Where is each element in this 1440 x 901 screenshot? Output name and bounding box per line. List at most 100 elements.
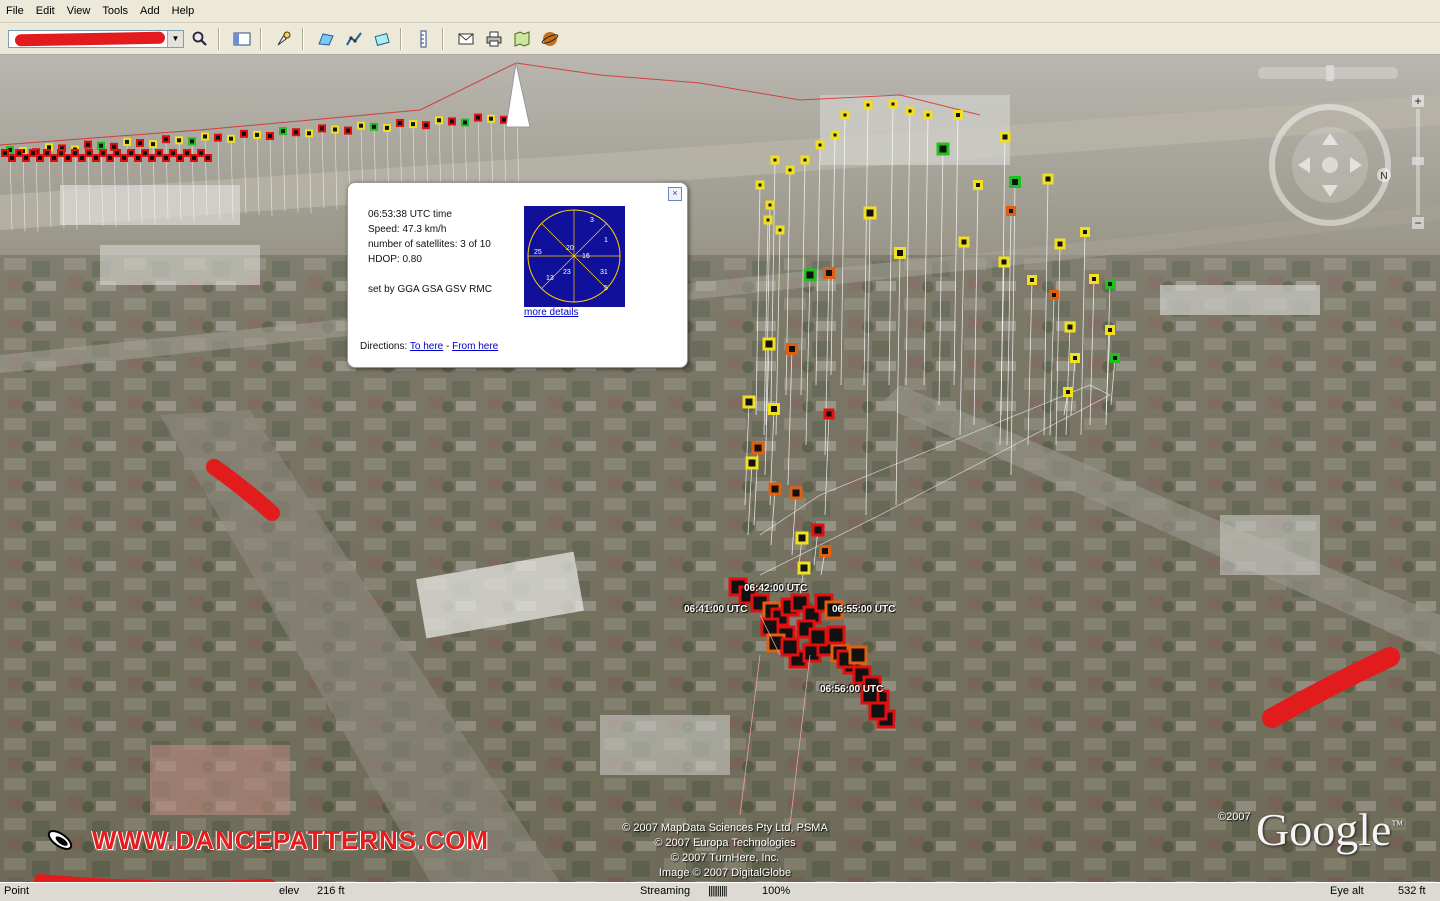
track-placemark[interactable] (1064, 321, 1076, 333)
track-placemark[interactable] (1080, 227, 1090, 237)
track-placemark[interactable] (823, 267, 835, 279)
track-placemark[interactable] (201, 132, 209, 141)
track-placemark[interactable] (305, 129, 313, 138)
track-placemark[interactable] (936, 142, 950, 156)
track-placemark[interactable] (57, 149, 65, 157)
track-placemark[interactable] (120, 154, 128, 162)
track-placemark[interactable] (183, 149, 191, 157)
track-placemark[interactable] (106, 154, 114, 162)
track-placemark[interactable] (795, 531, 809, 545)
search-button[interactable] (188, 27, 212, 51)
track-placemark[interactable] (253, 130, 261, 139)
track-placemark[interactable] (29, 149, 37, 157)
close-icon[interactable]: × (668, 187, 682, 201)
track-placemark[interactable] (775, 225, 785, 235)
track-placemark[interactable] (973, 180, 983, 190)
placemark-button[interactable] (272, 27, 296, 51)
track-placemark[interactable] (762, 337, 776, 351)
track-placemark[interactable] (1089, 274, 1099, 284)
track-placemark[interactable] (292, 128, 300, 137)
track-placemark[interactable] (318, 124, 326, 133)
sidebar-button[interactable] (230, 27, 254, 51)
track-placemark[interactable] (204, 154, 212, 162)
track-placemark[interactable] (1054, 238, 1066, 250)
track-placemark[interactable] (797, 561, 811, 575)
track-placemark[interactable] (789, 486, 803, 500)
chevron-down-icon[interactable]: ▼ (167, 30, 183, 47)
track-placemark[interactable] (71, 149, 79, 157)
track-placemark[interactable] (800, 155, 810, 165)
track-placemark[interactable] (815, 140, 825, 150)
track-placemark[interactable] (811, 523, 825, 537)
track-placemark[interactable] (227, 134, 235, 143)
track-placemark[interactable] (188, 137, 196, 146)
track-placemark[interactable] (840, 110, 850, 120)
track-placemark[interactable] (785, 165, 795, 175)
track-placemark[interactable] (768, 403, 780, 415)
track-placemark[interactable] (1006, 206, 1016, 216)
track-placemark[interactable] (266, 132, 274, 140)
track-placemark[interactable] (1105, 279, 1115, 289)
track-placemark[interactable] (331, 125, 339, 134)
track-placemark[interactable] (396, 119, 404, 127)
track-placemark[interactable] (97, 141, 105, 150)
track-placemark[interactable] (50, 154, 58, 162)
track-placemark[interactable] (500, 115, 508, 124)
navigation-controls[interactable]: N + − (1258, 65, 1434, 235)
track-placemark[interactable] (190, 154, 198, 162)
track-placemark[interactable] (474, 113, 482, 122)
path-button[interactable] (342, 27, 366, 51)
track-placemark[interactable] (770, 155, 780, 165)
track-placemark[interactable] (113, 149, 121, 157)
track-placemark[interactable] (176, 154, 184, 162)
to-here-link[interactable]: To here (410, 341, 443, 352)
track-placemark[interactable] (998, 256, 1010, 268)
image-overlay-button[interactable] (370, 27, 394, 51)
menu-view[interactable]: View (61, 5, 97, 17)
track-placemark[interactable] (923, 110, 933, 120)
track-placemark[interactable] (127, 149, 135, 157)
track-placemark[interactable] (141, 149, 149, 157)
track-placemark[interactable] (826, 625, 846, 645)
track-placemark[interactable] (1105, 325, 1115, 335)
track-placemark[interactable] (487, 114, 495, 123)
track-placemark[interactable] (888, 99, 898, 109)
track-placemark[interactable] (448, 117, 456, 126)
menu-help[interactable]: Help (166, 5, 201, 17)
track-placemark[interactable] (823, 408, 835, 420)
track-placemark[interactable] (78, 154, 86, 162)
from-here-link[interactable]: From here (452, 341, 498, 352)
track-placemark[interactable] (760, 617, 780, 637)
track-placemark[interactable] (22, 154, 30, 162)
track-placemark[interactable] (344, 126, 352, 135)
track-placemark[interactable] (751, 441, 765, 455)
track-placemark[interactable] (768, 482, 782, 496)
track-placemark[interactable] (958, 236, 970, 248)
track-placemark[interactable] (894, 247, 906, 259)
track-placemark[interactable] (357, 121, 365, 130)
track-placemark[interactable] (999, 131, 1011, 143)
track-placemark[interactable] (92, 154, 100, 162)
map-viewport[interactable]: N + − × 06:53:38 UTC time Speed: 47.3 km… (0, 55, 1440, 882)
track-placemark[interactable] (85, 149, 93, 157)
email-button[interactable] (454, 27, 478, 51)
menu-file[interactable]: File (0, 5, 30, 17)
track-placemark[interactable] (1042, 173, 1054, 185)
track-placemark[interactable] (1049, 290, 1059, 300)
track-placemark[interactable] (1027, 275, 1037, 285)
track-placemark[interactable] (1070, 353, 1080, 363)
ruler-button[interactable] (412, 27, 436, 51)
menu-edit[interactable]: Edit (30, 5, 61, 17)
track-placemark[interactable] (1009, 176, 1021, 188)
track-placemark[interactable] (162, 154, 170, 162)
track-placemark[interactable] (36, 154, 44, 162)
track-placemark[interactable] (422, 121, 430, 130)
track-placemark[interactable] (755, 180, 765, 190)
track-placemark[interactable] (136, 139, 144, 147)
zoom-slider-thumb[interactable] (1412, 157, 1424, 165)
track-placemark[interactable] (155, 149, 163, 157)
search-input[interactable]: ▼ (8, 29, 184, 48)
track-placemark[interactable] (110, 142, 118, 151)
track-placemark[interactable] (742, 395, 756, 409)
track-placemark[interactable] (123, 137, 131, 146)
